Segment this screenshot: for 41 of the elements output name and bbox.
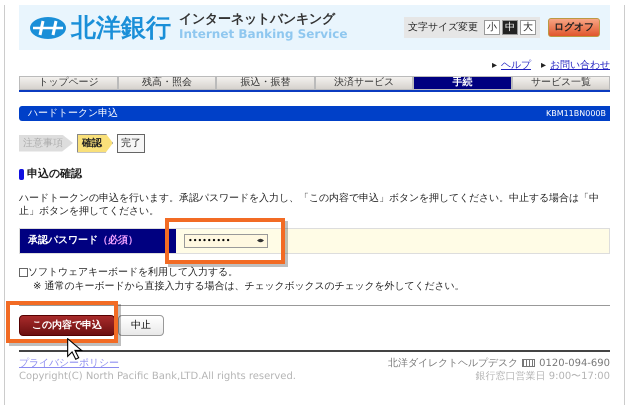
- nav-tab[interactable]: 決済サービス: [314, 76, 413, 90]
- password-field[interactable]: •••••••••: [184, 234, 268, 248]
- font-size-button[interactable]: 中: [502, 20, 518, 35]
- nav-tab[interactable]: トップページ: [19, 76, 118, 90]
- header-link[interactable]: お問い合わせ: [550, 58, 610, 72]
- service-subtitle: Internet Banking Service: [179, 28, 348, 42]
- submit-button[interactable]: この内容で申込: [19, 314, 115, 336]
- logoff-button[interactable]: ログオフ: [548, 18, 600, 37]
- cursor-icon: [64, 338, 86, 360]
- required-label: （必須）: [98, 234, 138, 248]
- nav-tab[interactable]: 振込・振替: [216, 76, 314, 90]
- page-title: ハードトークン申込: [28, 106, 118, 121]
- font-size-button[interactable]: 小: [484, 20, 500, 35]
- checkbox-label: ソフトウェアキーボードを利用して入力する。: [28, 266, 238, 280]
- font-size-label: 文字サイズ変更: [408, 20, 478, 35]
- eye-icon[interactable]: [257, 238, 264, 242]
- hours-text: 銀行窓口営業日 9:00〜17:00: [476, 370, 610, 382]
- description-text: ハードトークンの申込を行います。承認パスワードを入力し、「この内容で申込」ボタンを押してください。中止する場合は「中止」ボタンを押してください。: [19, 192, 600, 218]
- nav-tab[interactable]: 残高・照会: [118, 76, 216, 90]
- note-text: ※ 通常のキーボードから直接入力する場合は、チェックボックスのチェックを外してください。: [32, 280, 466, 292]
- copyright-text: Copyright(C) North Pacific Bank,LTD.All rights reserved.: [19, 370, 296, 382]
- step-current: 確認: [77, 134, 113, 152]
- phone-number: 0120-094-690: [539, 356, 610, 370]
- service-title: インターネットバンキング: [179, 13, 336, 28]
- checkbox[interactable]: [19, 268, 28, 276]
- heading-marker: [19, 168, 24, 180]
- logo-icon: [29, 16, 67, 40]
- arrow-icon: ▸: [540, 58, 546, 72]
- cancel-button[interactable]: 中止: [118, 314, 164, 336]
- free-dial-icon: [522, 359, 536, 367]
- nav-tab[interactable]: サービス一覧: [512, 76, 610, 90]
- header-link[interactable]: ヘルプ: [500, 58, 531, 72]
- step-next: 完了: [117, 134, 145, 152]
- screen-code: KBM11BN000B: [546, 108, 606, 120]
- arrow-icon: ▸: [492, 58, 497, 72]
- bank-logo-text: 北洋銀行: [71, 15, 171, 40]
- font-size-button[interactable]: 大: [520, 20, 536, 35]
- nav-tab[interactable]: 手続: [413, 76, 512, 90]
- section-heading: 申込の確認: [27, 166, 82, 182]
- helpdesk-label: 北洋ダイレクトヘルプデスク: [388, 356, 518, 370]
- field-label: 承認パスワード: [28, 234, 98, 248]
